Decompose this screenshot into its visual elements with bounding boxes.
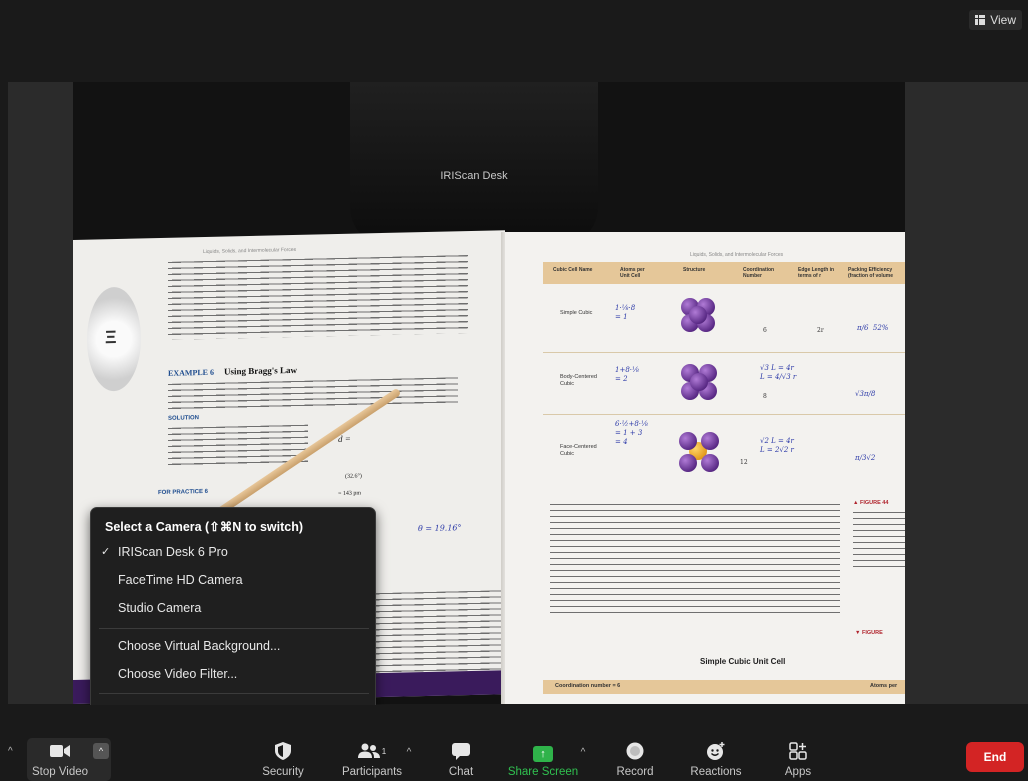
video-options-caret[interactable]: ^ (93, 743, 109, 759)
apps-label: Apps (784, 766, 812, 778)
right-page-header: Liquids, Solids, and Intermolecular Forc… (690, 252, 784, 258)
apps-button[interactable]: Apps (780, 735, 816, 781)
camera-select-menu: Select a Camera (⇧⌘N to switch) ✓ IRISca… (90, 507, 376, 732)
figure-44-label: ▲ FIGURE 44 (853, 500, 889, 506)
share-screen-caret[interactable]: ^ (576, 746, 590, 760)
coord-face: 12 (740, 459, 748, 466)
edge-simple: 2r (817, 327, 824, 334)
right-page: Liquids, Solids, and Intermolecular Forc… (505, 232, 905, 704)
figure-caption: Simple Cubic Unit Cell (700, 657, 786, 666)
eff-face: π/3√2 (855, 454, 876, 462)
participants-caret[interactable]: ^ (402, 746, 416, 760)
col-packing: Packing Efficiency (fraction of volume (848, 267, 894, 279)
edge-body-hand: √3 L = 4r L = 4/√3 r (760, 364, 797, 381)
atoms-body: 1+8·⅛ = 2 (615, 366, 639, 383)
chevron-up-icon[interactable]: ^ (8, 746, 13, 757)
col-edge: Edge Length in terms of r (798, 267, 835, 279)
checkmark-icon: ✓ (101, 546, 111, 558)
figure-44-caption (853, 512, 905, 572)
solution-label: SOLUTION (168, 415, 199, 422)
equation-sin: (32.6°) (345, 473, 362, 480)
end-meeting-button[interactable]: End (966, 742, 1024, 772)
reactions-label: Reactions (690, 766, 742, 778)
camera-option-facetime[interactable]: FaceTime HD Camera (118, 570, 243, 590)
row-face-centered: Face-Centered Cubic (560, 444, 597, 457)
example-label: EXAMPLE 6 (168, 367, 214, 378)
edge-face-hand: √2 L = 4r L = 2√2 r (760, 437, 794, 454)
row-body-centered: Body-Centered Cubic (560, 374, 597, 387)
smiley-plus-icon (705, 740, 727, 762)
video-filter-option[interactable]: Choose Video Filter... (118, 664, 237, 684)
view-button[interactable]: View (969, 10, 1022, 30)
figure-label: ▼ FIGURE (855, 630, 883, 636)
stop-video-button[interactable]: Stop Video (27, 735, 93, 781)
share-screen-icon: ↑ (533, 746, 553, 762)
col-coordination: Coordination Number (743, 267, 775, 279)
record-label: Record (616, 766, 654, 778)
example-heading: Using Bragg's Law (224, 364, 298, 377)
coordination-label: Coordination number = 6 (555, 683, 621, 689)
row-divider (543, 414, 905, 415)
virtual-background-option[interactable]: Choose Virtual Background... (118, 636, 280, 656)
security-label: Security (262, 766, 304, 778)
atoms-simple: 1·⅛·8 = 1 (615, 304, 636, 321)
atoms-face: 6·½+8·⅛ = 1 + 3 = 4 (615, 420, 648, 446)
camera-option-studio[interactable]: Studio Camera (118, 598, 201, 618)
diffraction-figure: Ξ (87, 286, 141, 392)
reactions-button[interactable]: Reactions (683, 735, 749, 781)
eff-body: √3π/8 (855, 390, 876, 398)
scanner-label: IRIScan Desk (440, 170, 508, 182)
zoom-meeting-window: View IRIScan Desk Liquids, Solids, and I… (0, 0, 1028, 781)
atoms-per-label: Atoms per (870, 683, 898, 689)
menu-separator (99, 628, 369, 629)
equation-result: = 143 pm (338, 490, 362, 497)
record-icon (624, 740, 646, 762)
row-simple-cubic: Simple Cubic (560, 310, 593, 316)
left-page-lower-text (373, 590, 503, 684)
face-centered-structure (677, 430, 721, 474)
camera-menu-title: Select a Camera (⇧⌘N to switch) (105, 520, 304, 534)
apps-icon (787, 740, 809, 762)
chat-label: Chat (448, 766, 474, 778)
col-atoms: Atoms per Unit Cell (620, 267, 645, 279)
example-title: EXAMPLE 6 Using Bragg's Law (168, 365, 297, 378)
camera-option-iriscan[interactable]: IRIScan Desk 6 Pro (118, 542, 228, 562)
top-bar: View (0, 0, 1028, 82)
chat-button[interactable]: Chat (440, 735, 482, 781)
grid-view-icon (975, 15, 986, 25)
body-centered-structure (677, 360, 721, 404)
menu-separator (99, 693, 369, 694)
practice-label: FOR PRACTICE 6 (158, 488, 209, 497)
shield-icon (272, 740, 294, 762)
feed-right-margin (905, 82, 1028, 704)
participants-count: 1 (381, 746, 387, 756)
eff-simple: π/6 52% (857, 324, 889, 332)
simple-cubic-structure (677, 294, 721, 338)
meeting-toolbar: ^ Stop Video ^ Security 1 Participants ^ (0, 705, 1028, 781)
share-screen-label: Share Screen (507, 766, 579, 778)
feed-left-margin (8, 82, 73, 704)
security-button[interactable]: Security (255, 735, 311, 781)
document-scanner: IRIScan Desk (350, 82, 598, 247)
coord-simple: 6 (763, 327, 767, 334)
chat-bubble-icon (450, 740, 472, 762)
example-text (168, 377, 458, 410)
left-page-paragraph (168, 255, 468, 340)
participants-label: Participants (341, 766, 403, 778)
participants-icon: 1 (352, 740, 392, 762)
right-page-paragraph (550, 504, 840, 614)
record-button[interactable]: Record (610, 735, 660, 781)
col-structure: Structure (683, 267, 706, 273)
video-camera-icon (49, 740, 71, 762)
handwritten-answer: θ = 19.16° (418, 523, 462, 534)
coord-body: 8 (763, 393, 767, 400)
col-cubic-cell: Cubic Cell Name (553, 267, 593, 273)
left-page-header: Liquids, Solids, and Intermolecular Forc… (203, 246, 297, 256)
share-screen-button[interactable]: ↑ Share Screen (505, 735, 581, 781)
row-divider (543, 352, 905, 353)
participants-button[interactable]: 1 Participants (333, 735, 411, 781)
view-label: View (990, 13, 1016, 27)
stop-video-label: Stop Video (31, 766, 89, 778)
